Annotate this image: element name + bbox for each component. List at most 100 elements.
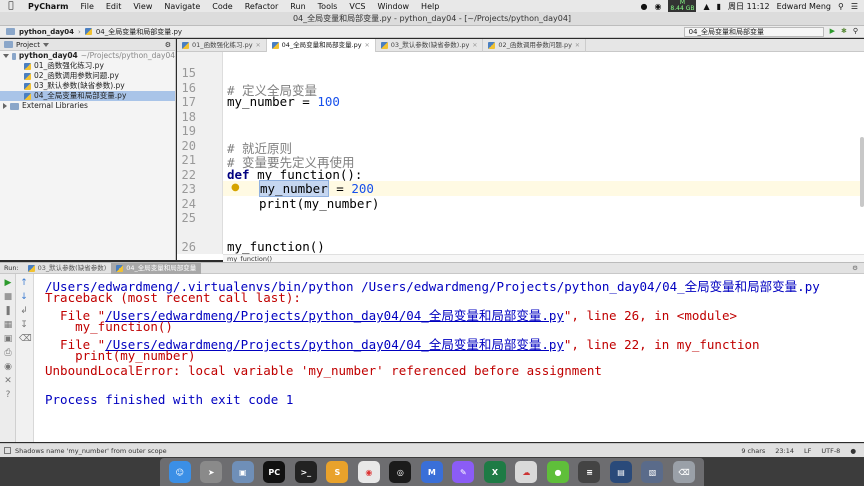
- wechat-dock-icon[interactable]: ●: [546, 461, 569, 483]
- downloads-stack-icon[interactable]: ▧: [641, 461, 664, 483]
- drawing-app-icon[interactable]: ✎: [452, 461, 475, 483]
- editor-tabs: 01_函数强化练习.py ✕ 04_全局变量和局部变量.py ✕ 03_默认参数…: [177, 39, 864, 52]
- tree-external-libraries[interactable]: External Libraries: [0, 101, 175, 111]
- pycharm-icon[interactable]: PC: [263, 461, 286, 483]
- tree-file-3[interactable]: 03_默认参数(缺省参数).py: [0, 81, 175, 91]
- status-bar: Shadows name 'my_number' from outer scop…: [0, 443, 864, 457]
- print-icon[interactable]: ⎙: [3, 348, 13, 358]
- photo-app-icon[interactable]: ▣: [231, 461, 254, 483]
- folder-icon: [6, 28, 15, 35]
- spotlight-icon[interactable]: ⚲: [838, 2, 844, 11]
- tree-file-2[interactable]: 02_函数调用参数问题.py: [0, 71, 175, 81]
- tree-root[interactable]: python_day04 ~/Projects/python_day04: [0, 51, 175, 61]
- menu-code[interactable]: Code: [206, 2, 238, 11]
- console-error: UnboundLocalError: local variable 'my_nu…: [45, 363, 602, 378]
- markdown-icon[interactable]: M: [420, 461, 443, 483]
- run-tab-04[interactable]: 04_全局变量和局部变量: [111, 262, 202, 274]
- scroll-to-end-icon[interactable]: ↧: [19, 320, 29, 330]
- tab-file-02[interactable]: 02_函数调用参数问题.py ✕: [483, 39, 586, 52]
- list-icon[interactable]: ☰: [851, 2, 858, 11]
- calculator-icon[interactable]: ≡: [578, 461, 601, 483]
- screen-app-icon[interactable]: ▤: [609, 461, 632, 483]
- chevron-down-icon[interactable]: [42, 42, 49, 47]
- sublime-icon[interactable]: S: [326, 461, 349, 483]
- nav-file[interactable]: 04_全局变量和局部变量.py: [96, 27, 182, 37]
- coverage-icon[interactable]: ▣: [3, 334, 13, 344]
- trash-icon[interactable]: ⌫: [19, 334, 32, 344]
- menu-vcs[interactable]: VCS: [343, 2, 371, 11]
- trash-dock-icon[interactable]: ⌫: [673, 461, 695, 483]
- memory-gauge[interactable]: M 8.44 GB: [668, 0, 697, 12]
- cloud-app-icon[interactable]: ☁: [515, 461, 538, 483]
- library-icon: [10, 102, 19, 110]
- project-panel-header[interactable]: Project ⚙: [0, 39, 175, 51]
- rerun-icon[interactable]: ▶: [3, 278, 13, 288]
- run-config-dropdown[interactable]: 04_全局变量和局部变量: [683, 26, 824, 37]
- menu-run[interactable]: Run: [284, 2, 311, 11]
- gear-icon[interactable]: ⚙: [852, 264, 864, 272]
- chevron-right-icon[interactable]: [3, 103, 7, 109]
- editor-scrollbar[interactable]: [860, 137, 864, 207]
- menu-refactor[interactable]: Refactor: [239, 2, 285, 11]
- selected-identifier[interactable]: my_number: [259, 180, 329, 197]
- obs-icon[interactable]: ◎: [389, 461, 412, 483]
- pin-icon[interactable]: ◉: [3, 362, 13, 372]
- line-number: 15: [181, 66, 196, 80]
- line-gutter[interactable]: 15 16 17 18 19 20 21 22 23 24 25 26: [177, 52, 223, 254]
- run-tab-03[interactable]: 03_默认参数(缺省参数): [23, 263, 112, 274]
- arrow-up-icon[interactable]: ↑: [19, 278, 29, 288]
- lightbulb-icon[interactable]: ●: [231, 182, 240, 193]
- traceback-link-1[interactable]: /Users/edwardmeng/Projects/python_day04/…: [105, 308, 564, 323]
- search-icon[interactable]: ⚲: [853, 27, 858, 37]
- chrome-icon[interactable]: ◉: [357, 461, 380, 483]
- close-icon[interactable]: ✕: [472, 39, 477, 52]
- menu-tools[interactable]: Tools: [312, 2, 344, 11]
- wifi-icon[interactable]: ▲: [703, 2, 709, 11]
- caret-position[interactable]: 23:14: [775, 447, 794, 455]
- close-icon[interactable]: ✕: [575, 39, 580, 52]
- menu-view[interactable]: View: [127, 2, 158, 11]
- terminal-icon[interactable]: >_: [294, 461, 317, 483]
- tab-file-01[interactable]: 01_函数强化练习.py ✕: [177, 39, 267, 52]
- clock[interactable]: 周日 11:12: [728, 1, 770, 12]
- close-icon[interactable]: ✕: [365, 39, 370, 52]
- finder-icon[interactable]: ☺: [168, 461, 191, 483]
- launchpad-icon[interactable]: ➤: [200, 461, 223, 483]
- run-icon[interactable]: ▶: [830, 27, 835, 37]
- tree-file-1[interactable]: 01_函数强化练习.py: [0, 61, 175, 71]
- code-editor[interactable]: 15 16 17 18 19 20 21 22 23 24 25 26 ● # …: [177, 52, 864, 263]
- close-icon[interactable]: ✕: [256, 39, 261, 52]
- tree-file-4[interactable]: 04_全局变量和局部变量.py: [0, 91, 175, 101]
- menu-navigate[interactable]: Navigate: [158, 2, 206, 11]
- nav-project[interactable]: python_day04: [19, 28, 74, 36]
- python-file-icon: [24, 62, 31, 70]
- help-icon[interactable]: ?: [3, 390, 13, 400]
- wechat-icon[interactable]: ●: [640, 2, 647, 11]
- battery-icon[interactable]: ▮: [717, 2, 721, 11]
- user-name[interactable]: Edward Meng: [777, 2, 831, 11]
- restore-layout-icon[interactable]: ▦: [3, 320, 13, 330]
- arrow-down-icon[interactable]: ↓: [19, 292, 29, 302]
- app-menu[interactable]: PyCharm: [22, 2, 74, 11]
- excel-icon[interactable]: X: [483, 461, 506, 483]
- tab-file-04[interactable]: 04_全局变量和局部变量.py ✕: [266, 39, 376, 52]
- close-icon[interactable]: ✕: [3, 376, 13, 386]
- run-console[interactable]: /Users/edwardmeng/.virtualenvs/bin/pytho…: [34, 274, 864, 442]
- menu-file[interactable]: File: [74, 2, 99, 11]
- debug-icon[interactable]: ✱: [841, 27, 847, 37]
- stop-icon[interactable]: ■: [3, 292, 13, 302]
- menu-help[interactable]: Help: [415, 2, 445, 11]
- line-separator[interactable]: LF: [804, 447, 811, 455]
- soft-wrap-icon[interactable]: ↲: [19, 306, 29, 316]
- chevron-down-icon[interactable]: [3, 54, 9, 58]
- file-encoding[interactable]: UTF-8: [821, 447, 840, 455]
- menu-edit[interactable]: Edit: [100, 2, 128, 11]
- lock-icon[interactable]: ●: [850, 447, 856, 455]
- gear-icon[interactable]: ⚙: [165, 41, 171, 49]
- tab-file-03[interactable]: 03_默认参数(缺省参数).py ✕: [376, 39, 484, 52]
- record-icon[interactable]: ◉: [654, 2, 661, 11]
- pause-icon[interactable]: ❚: [3, 306, 13, 316]
- apple-icon[interactable]: : [0, 1, 22, 11]
- tool-window-toggle-icon[interactable]: [4, 447, 11, 454]
- menu-window[interactable]: Window: [372, 2, 416, 11]
